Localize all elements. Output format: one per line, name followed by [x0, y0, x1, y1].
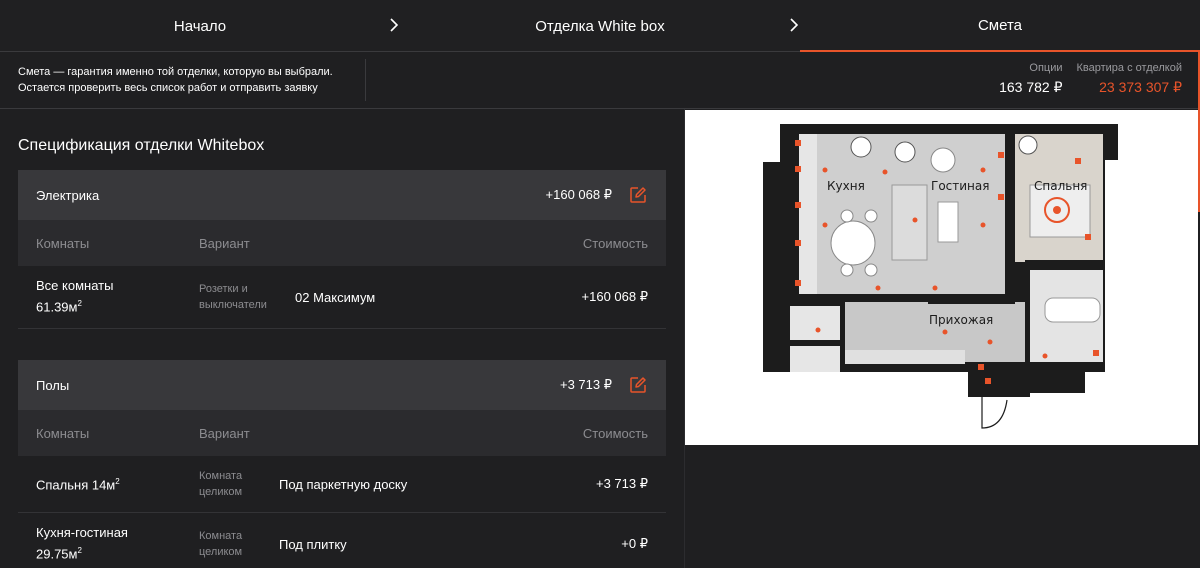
room-cell: Спальня 14м2	[36, 473, 199, 494]
table-row: Спальня 14м2 Комната целиком Под паркетн…	[18, 456, 666, 513]
variant-label: Розетки и выключатели	[199, 283, 267, 311]
edit-icon[interactable]	[628, 185, 648, 205]
table-row: Кухня-гостиная 29.75м2 Комната целиком П…	[18, 513, 666, 568]
section-electrics: Электрика +160 068 ₽ Комнаты Вариант Сто…	[18, 170, 666, 329]
section-floors: Полы +3 713 ₽ Комнаты Вариант Стоимость …	[18, 360, 666, 568]
column-rooms: Комнаты	[36, 235, 90, 251]
cost-value: +160 068 ₽	[581, 289, 648, 304]
info-bar: Смета — гарантия именно той отделки, кот…	[0, 52, 1200, 109]
step-start[interactable]: Начало	[0, 0, 400, 52]
section-sum: +3 713 ₽	[559, 377, 612, 392]
step-label: Начало	[173, 17, 227, 35]
edit-icon[interactable]	[628, 375, 648, 395]
section-header: Электрика +160 068 ₽	[18, 170, 666, 220]
variant-value: Под плитку	[279, 536, 347, 552]
spec-panel[interactable]: Спецификация отделки Whitebox Электрика …	[0, 109, 685, 568]
variant-label: Комната целиком	[199, 470, 243, 498]
section-name: Электрика	[36, 187, 100, 203]
room-label-living: Гостиная	[931, 179, 989, 193]
variant-value: Под паркетную доску	[279, 476, 408, 492]
step-estimate[interactable]: Смета	[800, 0, 1200, 52]
room-name: Все комнаты	[36, 278, 114, 294]
column-header: Комнаты Вариант Стоимость	[18, 220, 666, 266]
column-variant: Вариант	[199, 235, 250, 251]
options-label: Опции	[1029, 62, 1063, 74]
cost-value: +3 713 ₽	[595, 476, 648, 491]
step-label: Смета	[977, 16, 1023, 34]
apartment-total: Квартира с отделкой 23 373 307 ₽	[1077, 61, 1183, 97]
step-label: Отделка White box	[535, 17, 665, 35]
section-sum: +160 068 ₽	[545, 187, 612, 202]
column-variant: Вариант	[199, 425, 250, 441]
info-line: Остается проверить весь список работ и о…	[18, 82, 318, 94]
spec-title: Спецификация отделки Whitebox	[18, 137, 265, 154]
column-cost: Стоимость	[582, 235, 648, 251]
room-label-bedroom: Спальня	[1034, 179, 1087, 193]
variant-label: Комната целиком	[199, 530, 243, 558]
table-row: Все комнаты 61.39м2 Розетки и выключател…	[18, 266, 666, 329]
steps-bar: Начало Отделка White box Смета	[0, 0, 1200, 52]
floor-plan-drawing: Кухня Гостиная Спальня Прихожая	[763, 124, 1118, 429]
apartment-value: 23 373 307 ₽	[1099, 79, 1182, 95]
room-cell: Все комнаты 61.39м2	[36, 277, 199, 316]
room-name: Кухня-гостиная	[36, 525, 128, 541]
info-line: Смета — гарантия именно той отделки, кот…	[18, 66, 333, 78]
info-text: Смета — гарантия именно той отделки, кот…	[18, 64, 333, 96]
room-cell: Кухня-гостиная 29.75м2	[36, 524, 199, 563]
cost-value: +0 ₽	[621, 536, 648, 551]
step-white-box[interactable]: Отделка White box	[400, 0, 800, 52]
options-total: Опции 163 782 ₽	[999, 61, 1062, 97]
divider	[365, 59, 366, 101]
column-rooms: Комнаты	[36, 425, 90, 441]
column-header: Комнаты Вариант Стоимость	[18, 410, 666, 456]
room-area: 61.39м2	[36, 299, 82, 315]
room-name: Спальня 14м2	[36, 477, 120, 493]
floor-plan: Кухня Гостиная Спальня Прихожая	[685, 110, 1198, 445]
totals: Опции 163 782 ₽ Квартира с отделкой 23 3…	[999, 61, 1182, 97]
section-header: Полы +3 713 ₽	[18, 360, 666, 410]
column-cost: Стоимость	[582, 425, 648, 441]
options-value: 163 782 ₽	[999, 79, 1063, 95]
room-label-kitchen: Кухня	[827, 179, 865, 193]
variant-value: 02 Максимум	[295, 289, 376, 305]
apartment-label: Квартира с отделкой	[1076, 62, 1183, 74]
room-area: 29.75м2	[36, 546, 82, 562]
section-name: Полы	[36, 377, 70, 393]
room-label-hall: Прихожая	[929, 313, 993, 327]
